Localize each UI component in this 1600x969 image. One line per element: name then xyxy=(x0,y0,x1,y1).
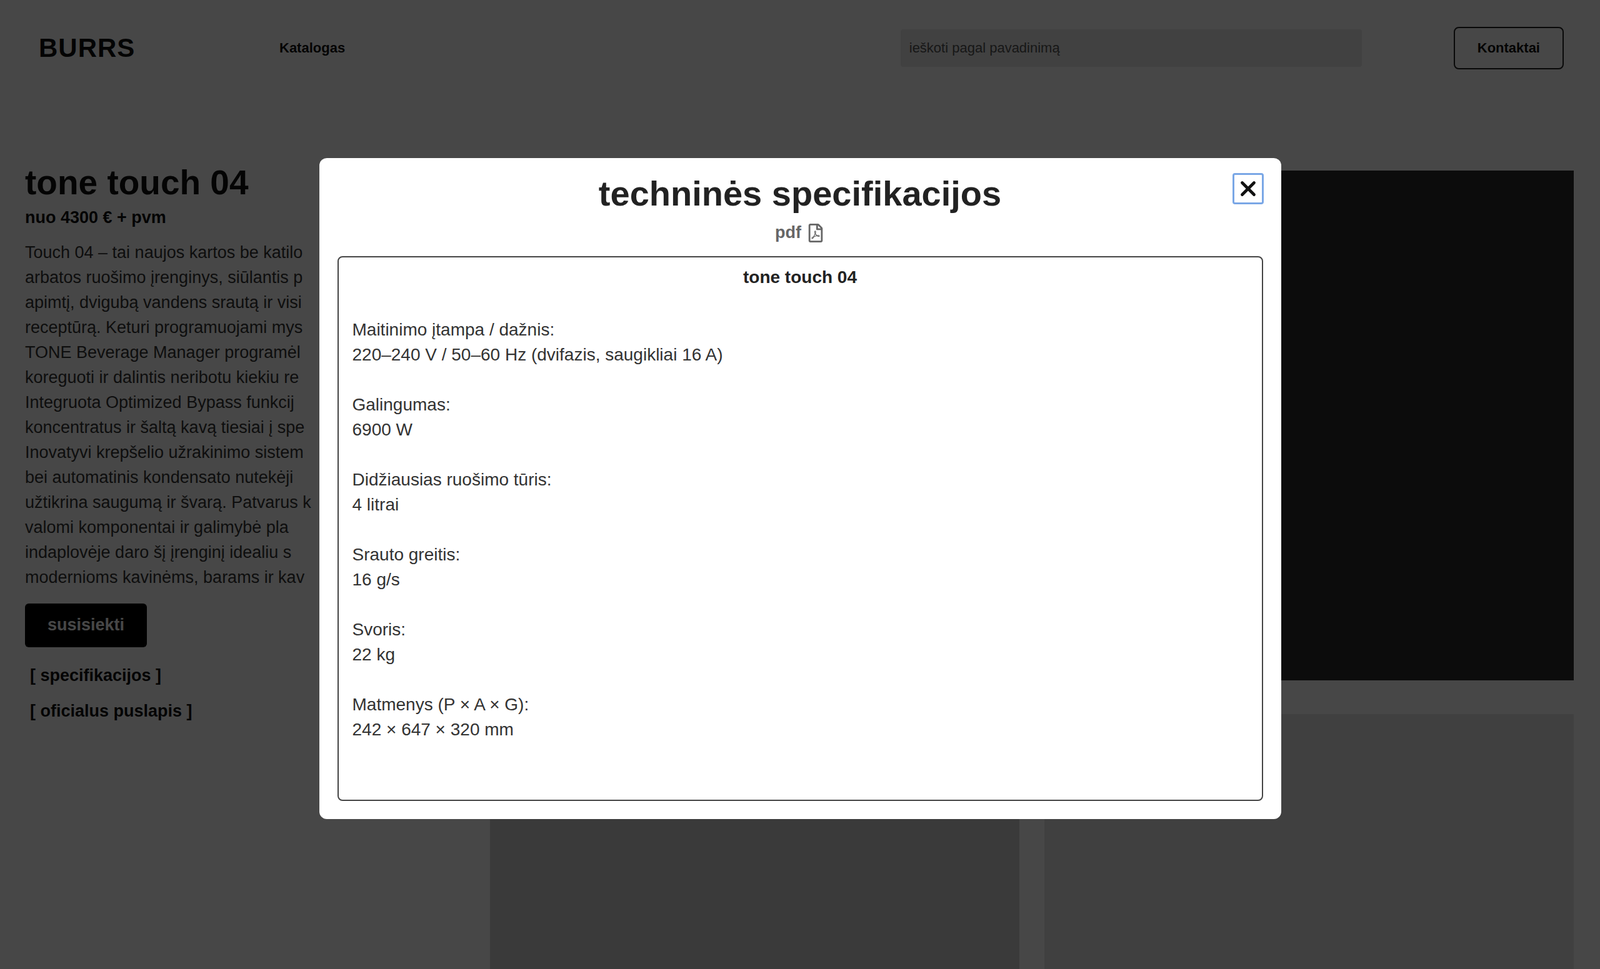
spec-label: Srauto greitis: xyxy=(352,542,1249,568)
spec-value: 4 litrai xyxy=(352,492,1249,518)
sheet-title: tone touch 04 xyxy=(352,265,1249,290)
spec-item: Didžiausias ruošimo tūris:4 litrai xyxy=(352,467,1249,518)
modal-title: techninės specifikacijos xyxy=(598,171,1002,216)
spec-value: 6900 W xyxy=(352,417,1249,443)
spec-sheet: tone touch 04Maitinimo įtampa / dažnis:2… xyxy=(337,256,1264,802)
spec-label: Maitinimo įtampa / dažnis: xyxy=(352,317,1249,343)
spec-modal: techninės specifikacijos pdf tone touch 04… xyxy=(319,158,1282,820)
spec-label: Matmenys (P × A × G): xyxy=(352,692,1249,718)
spec-label: Didžiausias ruošimo tūris: xyxy=(352,467,1249,493)
spec-item: Srauto greitis:16 g/s xyxy=(352,542,1249,593)
pdf-icon xyxy=(806,223,825,243)
spec-value: 22 kg xyxy=(352,642,1249,668)
page: BURRSKatalogasKontaktaitone touch 04nuo … xyxy=(0,0,1600,969)
spec-value: 242 × 647 × 320 mm xyxy=(352,717,1249,743)
modal-backdrop[interactable]: techninės specifikacijos pdf tone touch 04… xyxy=(0,0,1600,969)
spec-label: Svoris: xyxy=(352,617,1249,643)
close-icon xyxy=(1236,176,1260,201)
spec-value: 220–240 V / 50–60 Hz (dvifazis, saugikli… xyxy=(352,342,1249,368)
spec-value: 16 g/s xyxy=(352,567,1249,593)
spec-item: Galingumas:6900 W xyxy=(352,392,1249,443)
spec-item: Svoris:22 kg xyxy=(352,617,1249,668)
spec-item: Maitinimo įtampa / dažnis:220–240 V / 50… xyxy=(352,317,1249,368)
spec-label: Galingumas: xyxy=(352,392,1249,418)
spec-item: Matmenys (P × A × G):242 × 647 × 320 mm xyxy=(352,692,1249,743)
pdf-link[interactable]: pdf xyxy=(775,223,825,243)
close-button[interactable] xyxy=(1232,173,1264,205)
